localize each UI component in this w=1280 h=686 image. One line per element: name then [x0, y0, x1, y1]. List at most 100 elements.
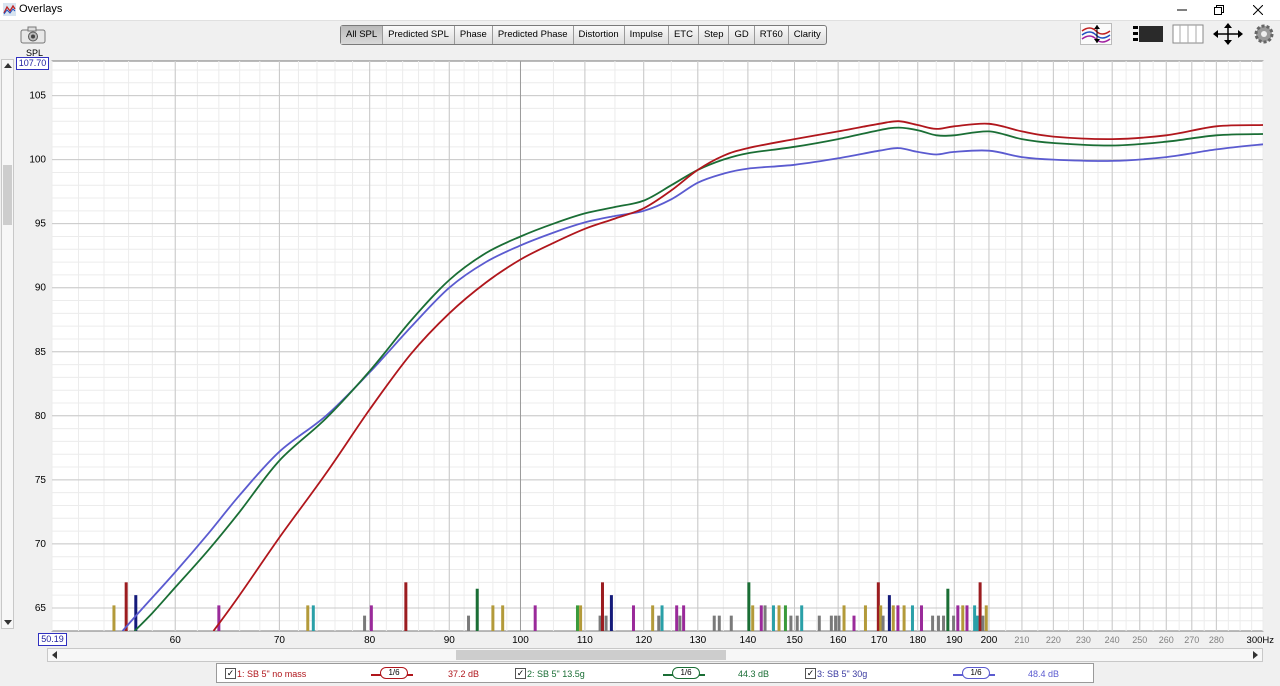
y-tick-label: 100	[29, 155, 46, 166]
marker-bar	[467, 615, 471, 631]
x-min-box[interactable]: 50.19	[38, 633, 67, 646]
marker-bar	[729, 615, 733, 631]
marker-bar	[682, 605, 686, 631]
legend-checkbox-3[interactable]: ✓	[805, 668, 816, 679]
horizontal-scroll-thumb[interactable]	[456, 650, 726, 660]
marker-bar	[217, 605, 221, 631]
horizontal-scrollbar[interactable]	[47, 648, 1263, 662]
x-tick-label: 190	[946, 635, 963, 646]
marker-bar	[717, 615, 721, 631]
x-tick-label: 250	[1132, 635, 1147, 645]
x-tick-label: 90	[444, 635, 456, 646]
marker-bar	[956, 605, 960, 631]
x-tick-label: 130	[689, 635, 706, 646]
legend-checkbox-2[interactable]: ✓	[515, 668, 526, 679]
marker-bar	[475, 588, 479, 631]
marker-bar	[896, 605, 900, 631]
marker-bar	[852, 615, 856, 631]
marker-bar	[942, 615, 946, 631]
marker-bar	[795, 615, 799, 631]
x-tick-label: 160	[830, 635, 847, 646]
x-tick-label: 210	[1014, 635, 1029, 645]
marker-bar	[600, 582, 604, 631]
legend-smoothing-3[interactable]: 1/6	[962, 667, 990, 679]
marker-bar	[783, 605, 787, 631]
y-tick-label: 70	[35, 539, 47, 550]
legend-value-3: 48.4 dB	[1028, 669, 1060, 679]
marker-bar	[134, 595, 138, 631]
marker-bar	[112, 605, 116, 631]
marker-bar	[759, 605, 763, 631]
x-tick-label: 180	[909, 635, 926, 646]
spl-graph[interactable]: 65 70 75 80 85 90 95 100 105 60 70 80 90 100 110 120 130…	[0, 0, 1280, 648]
marker-bar	[789, 615, 793, 631]
marker-bar	[891, 605, 895, 631]
x-tick-label: 60	[170, 635, 182, 646]
marker-bar	[984, 605, 988, 631]
x-tick-label: 270	[1184, 635, 1199, 645]
marker-bar	[919, 605, 923, 631]
y-tick-label: 75	[35, 475, 47, 486]
marker-bar	[491, 605, 495, 631]
legend-name-1: 1: SB 5" no mass	[237, 669, 307, 679]
y-tick-label: 85	[35, 347, 47, 358]
x-tick-label: 110	[577, 635, 593, 646]
scroll-right-icon[interactable]	[1253, 651, 1259, 659]
marker-bar	[501, 605, 505, 631]
marker-bar	[863, 605, 867, 631]
legend-checkbox-1[interactable]: ✓	[225, 668, 236, 679]
legend-value-2: 44.3 dB	[738, 669, 770, 679]
marker-bar	[936, 615, 940, 631]
y-tick-label: 80	[35, 411, 47, 422]
y-max-box[interactable]: 107.70	[16, 57, 49, 70]
x-tick-label: 150	[786, 635, 803, 646]
marker-bar	[651, 605, 655, 631]
marker-bar	[311, 605, 315, 631]
marker-bar	[124, 582, 128, 631]
x-tick-label: 230	[1076, 635, 1091, 645]
marker-bar	[369, 605, 373, 631]
marker-bar	[763, 605, 767, 631]
marker-bar	[751, 605, 755, 631]
legend-value-1: 37.2 dB	[448, 669, 480, 679]
marker-bar	[965, 605, 969, 631]
marker-bar	[604, 615, 608, 631]
y-tick-label: 95	[35, 219, 47, 230]
y-tick-label: 90	[35, 283, 47, 294]
x-tick-label: 260	[1159, 635, 1174, 645]
marker-bar	[975, 615, 979, 631]
marker-bar	[404, 582, 408, 631]
marker-bar	[678, 615, 682, 631]
x-tick-label: 120	[635, 635, 652, 646]
marker-bar	[657, 615, 661, 631]
legend-bar: ✓ 1: SB 5" no mass 1/6 37.2 dB ✓ 2: SB 5" 13.…	[216, 663, 1094, 683]
marker-bar	[306, 605, 310, 631]
marker-bar	[533, 605, 537, 631]
scroll-left-icon[interactable]	[51, 651, 57, 659]
marker-bar	[952, 615, 956, 631]
marker-bar	[747, 582, 751, 631]
marker-bar	[910, 605, 914, 631]
marker-bar	[817, 615, 821, 631]
x-tick-label: 220	[1046, 635, 1061, 645]
marker-bar	[363, 615, 367, 631]
marker-bar	[842, 605, 846, 631]
marker-bar	[829, 615, 833, 631]
marker-bar	[609, 595, 613, 631]
marker-bar	[660, 605, 664, 631]
marker-bar	[978, 582, 982, 631]
marker-bar	[834, 615, 838, 631]
x-tick-label: 80	[364, 635, 376, 646]
marker-bar	[931, 615, 935, 631]
x-tick-label: 170	[871, 635, 888, 646]
x-axis-end-label: 300Hz	[1247, 635, 1275, 646]
marker-bar	[837, 615, 841, 631]
legend-smoothing-2[interactable]: 1/6	[672, 667, 700, 679]
marker-bar	[961, 605, 965, 631]
x-tick-label: 100	[512, 635, 529, 646]
legend-smoothing-1[interactable]: 1/6	[380, 667, 408, 679]
y-tick-label: 105	[29, 91, 46, 102]
y-tick-label: 65	[35, 603, 47, 614]
marker-bar	[575, 605, 579, 631]
marker-bar	[973, 605, 977, 631]
